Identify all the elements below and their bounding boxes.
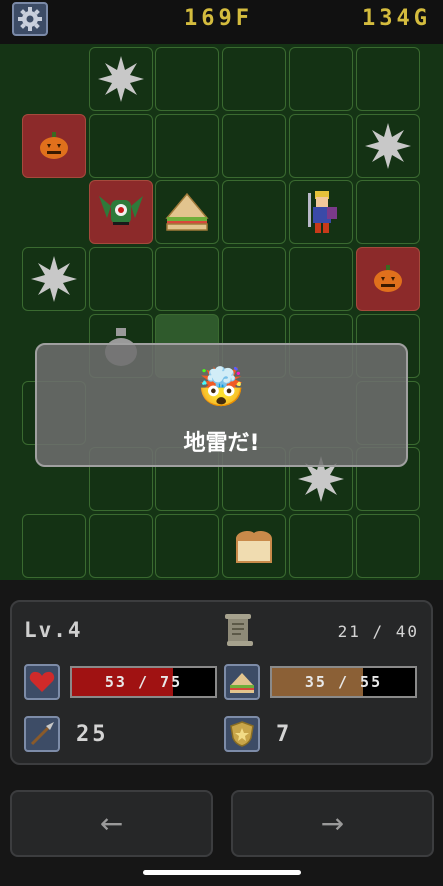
level-label: Lv.4 — [24, 618, 83, 642]
board-cell[interactable] — [288, 113, 353, 178]
shield-icon — [230, 721, 254, 747]
board-cell[interactable] — [355, 47, 420, 111]
sandwich-icon — [230, 673, 254, 693]
pumpkin-icon — [373, 265, 403, 293]
board-cell[interactable] — [355, 180, 420, 245]
gear-icon — [18, 7, 42, 31]
defense-icon-box — [224, 716, 260, 752]
board-cell[interactable] — [222, 247, 287, 312]
board-cell[interactable] — [22, 113, 86, 178]
landmine-dialog: 🤯 地雷だ! — [35, 343, 408, 467]
board-cell[interactable] — [288, 47, 353, 111]
board-cell[interactable] — [88, 47, 153, 111]
board-cell[interactable] — [222, 47, 287, 111]
board-cell[interactable] — [22, 513, 86, 578]
scroll-icon[interactable] — [222, 612, 256, 648]
food-bar: 35 / 55 — [270, 666, 417, 698]
board-cell[interactable] — [155, 513, 220, 578]
exploding-head-icon: 🤯 — [197, 365, 246, 409]
board-cell[interactable] — [88, 247, 153, 312]
spike-icon — [29, 254, 79, 304]
game-board — [0, 44, 443, 580]
defense-value: 7 — [276, 722, 293, 747]
floor-counter: 169F — [184, 6, 253, 31]
spear-icon — [30, 722, 54, 746]
hp-bar: 53 / 75 — [70, 666, 217, 698]
board-cell[interactable] — [222, 180, 287, 245]
board-cell[interactable] — [288, 513, 353, 578]
move-right-button[interactable]: → — [231, 790, 434, 857]
board-cell[interactable] — [22, 247, 86, 312]
sandwich-icon — [163, 190, 211, 234]
attack-icon-box — [24, 716, 60, 752]
attack-value: 25 — [76, 722, 109, 747]
hp-icon-box — [24, 664, 60, 700]
board-cell[interactable] — [88, 113, 153, 178]
status-panel: Lv.4 21 / 40 53 / 75 35 / 55 25 7 — [10, 600, 433, 765]
board-cell[interactable] — [155, 247, 220, 312]
settings-button[interactable] — [12, 2, 48, 36]
move-left-button[interactable]: ← — [10, 790, 213, 857]
food-icon-box — [224, 664, 260, 700]
top-bar: 169F 134G — [0, 0, 443, 44]
bat-monster-icon — [95, 186, 147, 238]
bread-icon — [228, 525, 280, 567]
board-cell[interactable] — [355, 247, 420, 312]
pumpkin-icon — [39, 131, 69, 160]
board-cell[interactable] — [155, 113, 220, 178]
hp-value: 53 / 75 — [104, 673, 183, 691]
board-cell[interactable] — [155, 180, 220, 245]
board-cell[interactable] — [288, 247, 353, 312]
hero-icon — [299, 187, 343, 237]
spike-icon — [363, 121, 413, 171]
board-cell[interactable] — [355, 513, 420, 578]
board-cell[interactable] — [355, 113, 420, 178]
board-cell[interactable] — [222, 513, 287, 578]
board-cell[interactable] — [155, 47, 220, 111]
gold-counter: 134G — [362, 6, 431, 31]
board-cell[interactable] — [88, 180, 153, 245]
home-indicator[interactable] — [143, 870, 301, 875]
board-cell[interactable] — [88, 513, 153, 578]
board-cell[interactable] — [222, 113, 287, 178]
food-value: 35 / 55 — [304, 673, 383, 691]
exp-counter: 21 / 40 — [337, 622, 419, 641]
spike-icon — [96, 54, 146, 104]
board-cell[interactable] — [288, 180, 353, 245]
dialog-message: 地雷だ! — [183, 431, 260, 456]
heart-icon — [29, 671, 55, 692]
